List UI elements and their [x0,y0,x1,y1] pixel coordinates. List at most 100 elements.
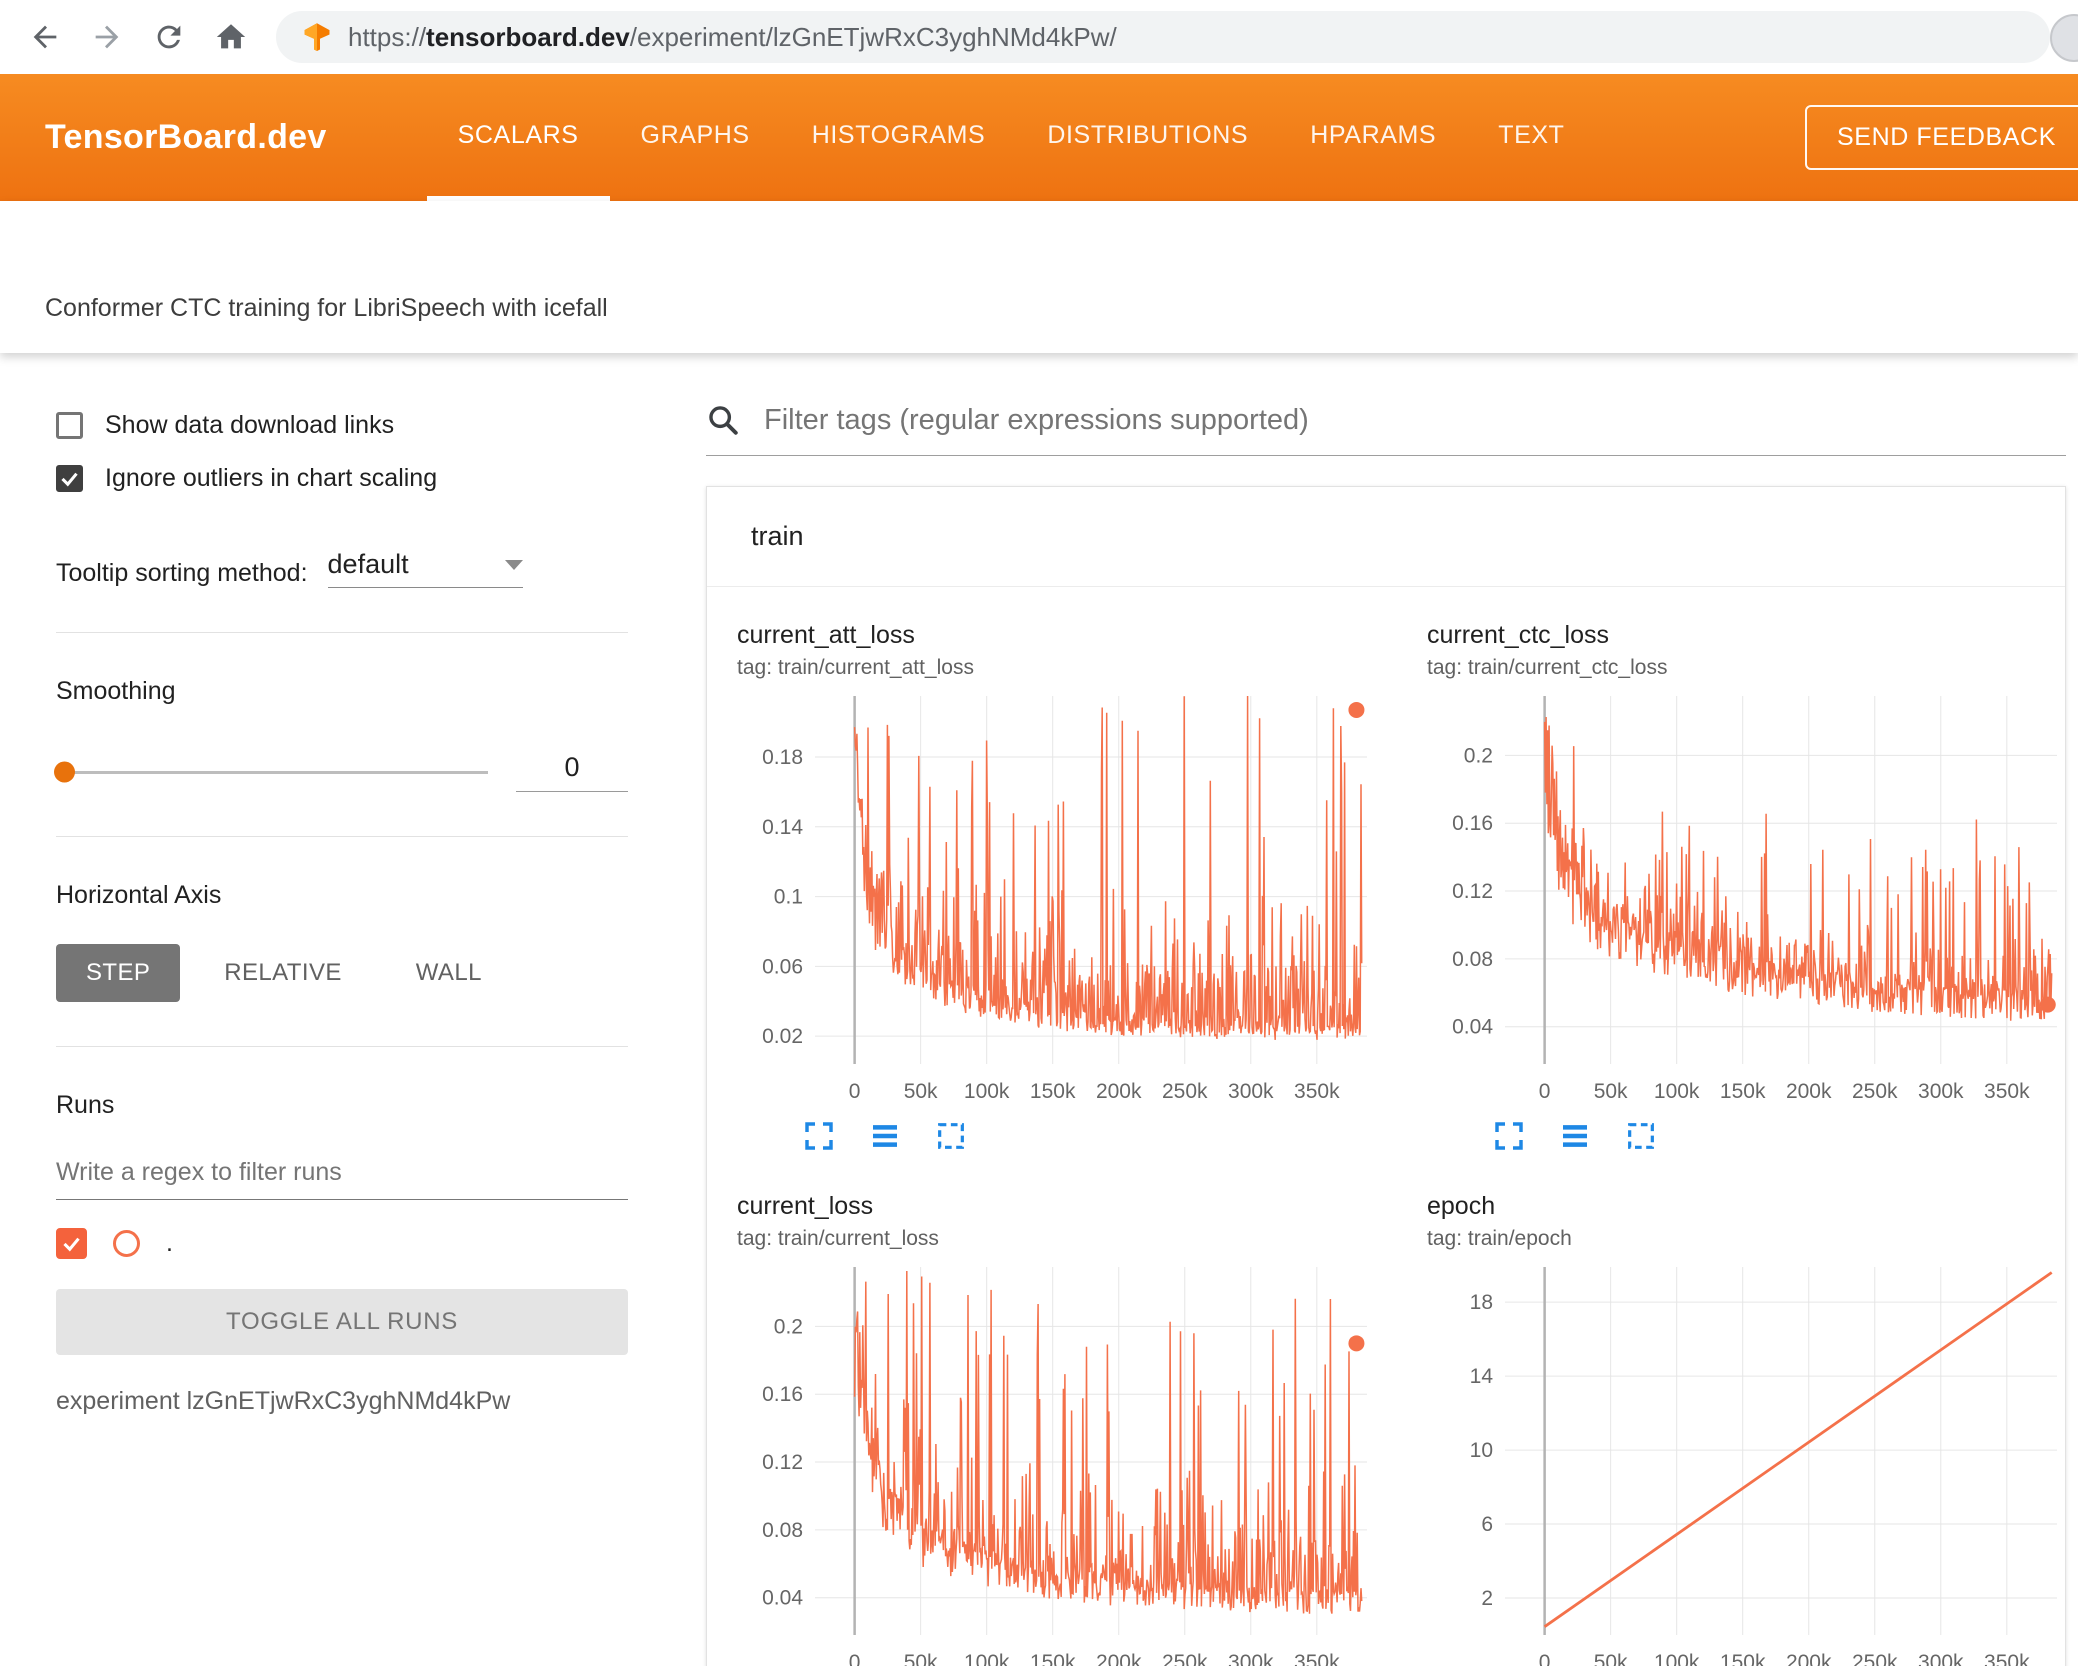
horizontal-axis-label: Horizontal Axis [56,881,222,909]
smoothing-slider-thumb[interactable] [54,761,75,783]
svg-text:100k: 100k [1654,1651,1700,1666]
three-lines-icon[interactable] [1559,1120,1591,1152]
fit-domain-icon[interactable] [935,1120,967,1152]
svg-text:0.18: 0.18 [762,746,803,769]
svg-text:50k: 50k [904,1651,938,1666]
svg-text:100k: 100k [1654,1080,1700,1103]
filter-tags-row [706,403,2066,456]
settings-sidebar: Show data download links Ignore outliers… [0,353,648,1666]
svg-text:200k: 200k [1096,1080,1142,1103]
svg-text:0: 0 [1539,1080,1551,1103]
tab-graphs[interactable]: GRAPHS [610,74,781,201]
svg-text:200k: 200k [1786,1651,1832,1666]
address-bar[interactable]: https://tensorboard.dev/experiment/lzGnE… [276,11,2050,63]
run-checkbox[interactable] [56,1228,87,1259]
experiment-id-label: experiment lzGnETjwRxC3yghNMd4kPw [56,1387,511,1415]
runs-label: Runs [56,1091,115,1119]
reload-icon[interactable] [152,20,186,54]
svg-text:100k: 100k [964,1651,1010,1666]
expand-chart-icon[interactable] [1493,1120,1525,1152]
tab-text[interactable]: TEXT [1467,74,1595,201]
show-download-links-checkbox[interactable] [56,412,83,439]
svg-text:150k: 150k [1720,1651,1766,1666]
svg-text:0.08: 0.08 [762,1519,803,1542]
svg-text:250k: 250k [1162,1080,1208,1103]
svg-text:350k: 350k [1294,1651,1340,1666]
svg-text:50k: 50k [1594,1651,1628,1666]
chart-actions [1427,1120,2067,1152]
chart-canvas[interactable]: 0.04 0.08 0.12 0.16 0.2 0 50k 100k 150k 200k 250k 3… [1427,688,2067,1112]
svg-text:0.1: 0.1 [774,886,803,909]
svg-text:0.08: 0.08 [1452,948,1493,971]
svg-text:14: 14 [1470,1365,1494,1388]
axis-wall-button[interactable]: WALL [386,944,512,1002]
chart-canvas[interactable]: 2 6 10 14 18 0 50k 100k 150k 200k 250k 300k 350k [1427,1259,2067,1666]
tab-distributions[interactable]: DISTRIBUTIONS [1016,74,1279,201]
svg-text:0.16: 0.16 [1452,812,1493,835]
tooltip-sorting-select[interactable]: default [327,549,523,588]
svg-text:50k: 50k [1594,1080,1628,1103]
horizontal-axis-buttons: STEP RELATIVE WALL [56,944,628,1002]
toggle-all-runs-button[interactable]: TOGGLE ALL RUNS [56,1289,628,1355]
app-header: TensorBoard.dev SCALARS GRAPHS HISTOGRAM… [0,74,2078,201]
chart-tag: tag: train/epoch [1427,1227,1572,1250]
scalar-chart-current-att-loss: current_att_loss tag: train/current_att_… [737,621,1377,1152]
send-feedback-button[interactable]: SEND FEEDBACK [1805,105,2078,170]
train-section-card: train current_att_loss tag: train/curren… [706,486,2066,1666]
smoothing-control: 0 [54,752,628,792]
url-domain: tensorboard.dev [426,21,630,52]
chart-canvas[interactable]: 0.04 0.08 0.12 0.16 0.2 0 50k 100k 150k 200k 250k 3… [737,1259,1377,1666]
back-icon[interactable] [28,20,62,54]
app-logo[interactable]: TensorBoard.dev [45,118,327,157]
ignore-outliers-label: Ignore outliers in chart scaling [105,464,438,492]
search-icon [709,406,738,435]
divider [56,1046,628,1047]
svg-text:0.02: 0.02 [762,1025,803,1048]
divider [56,632,628,633]
chart-canvas[interactable]: 0.02 0.06 0.1 0.14 0.18 0 50k 100k 150k 200k 250k 3… [737,688,1377,1112]
svg-text:150k: 150k [1720,1080,1766,1103]
filter-tags-input[interactable] [764,403,2066,437]
axis-relative-button[interactable]: RELATIVE [194,944,371,1002]
chart-title: current_att_loss [737,621,915,649]
expand-chart-icon[interactable] [803,1120,835,1152]
browser-toolbar: https://tensorboard.dev/experiment/lzGnE… [0,0,2078,74]
tab-scalars[interactable]: SCALARS [426,74,610,201]
scalars-dashboard: train current_att_loss tag: train/curren… [648,353,2078,1666]
smoothing-slider[interactable] [54,761,488,783]
charts-grid: current_att_loss tag: train/current_att_… [707,587,2065,1666]
svg-text:0.16: 0.16 [762,1383,803,1406]
chart-actions [737,1120,1377,1152]
tab-hparams[interactable]: HPARAMS [1279,74,1467,201]
home-icon[interactable] [214,20,248,54]
svg-text:150k: 150k [1030,1080,1076,1103]
url-path: /experiment/lzGnETjwRxC3yghNMd4kPw/ [629,21,1117,52]
forward-icon[interactable] [90,20,124,54]
chart-tag: tag: train/current_att_loss [737,656,974,679]
svg-text:0.06: 0.06 [762,955,803,978]
axis-step-button[interactable]: STEP [56,944,181,1002]
scalar-chart-current-loss: current_loss tag: train/current_loss 0.0… [737,1192,1377,1666]
svg-text:0.12: 0.12 [762,1451,803,1474]
tensorboard-favicon [304,23,330,51]
ignore-outliers-checkbox[interactable] [56,465,83,492]
url-text: https://tensorboard.dev/experiment/lzGnE… [348,22,1117,53]
runs-filter-input[interactable] [56,1148,628,1200]
run-color-swatch[interactable] [113,1230,140,1257]
experiment-title-bar: Conformer CTC training for LibriSpeech w… [0,201,2078,353]
chevron-down-icon [504,559,523,570]
svg-text:350k: 350k [1294,1080,1340,1103]
svg-text:150k: 150k [1030,1651,1076,1666]
smoothing-value-field[interactable]: 0 [516,752,628,792]
ignore-outliers-row: Ignore outliers in chart scaling [56,464,628,493]
svg-text:200k: 200k [1786,1080,1832,1103]
tab-histograms[interactable]: HISTOGRAMS [781,74,1017,201]
profile-avatar[interactable] [2050,14,2078,62]
svg-text:0.2: 0.2 [774,1315,803,1338]
section-title-train[interactable]: train [707,487,2065,587]
three-lines-icon[interactable] [869,1120,901,1152]
chart-title: epoch [1427,1192,1496,1220]
fit-domain-icon[interactable] [1625,1120,1657,1152]
svg-text:0: 0 [1539,1651,1551,1666]
svg-text:350k: 350k [1984,1651,2030,1666]
